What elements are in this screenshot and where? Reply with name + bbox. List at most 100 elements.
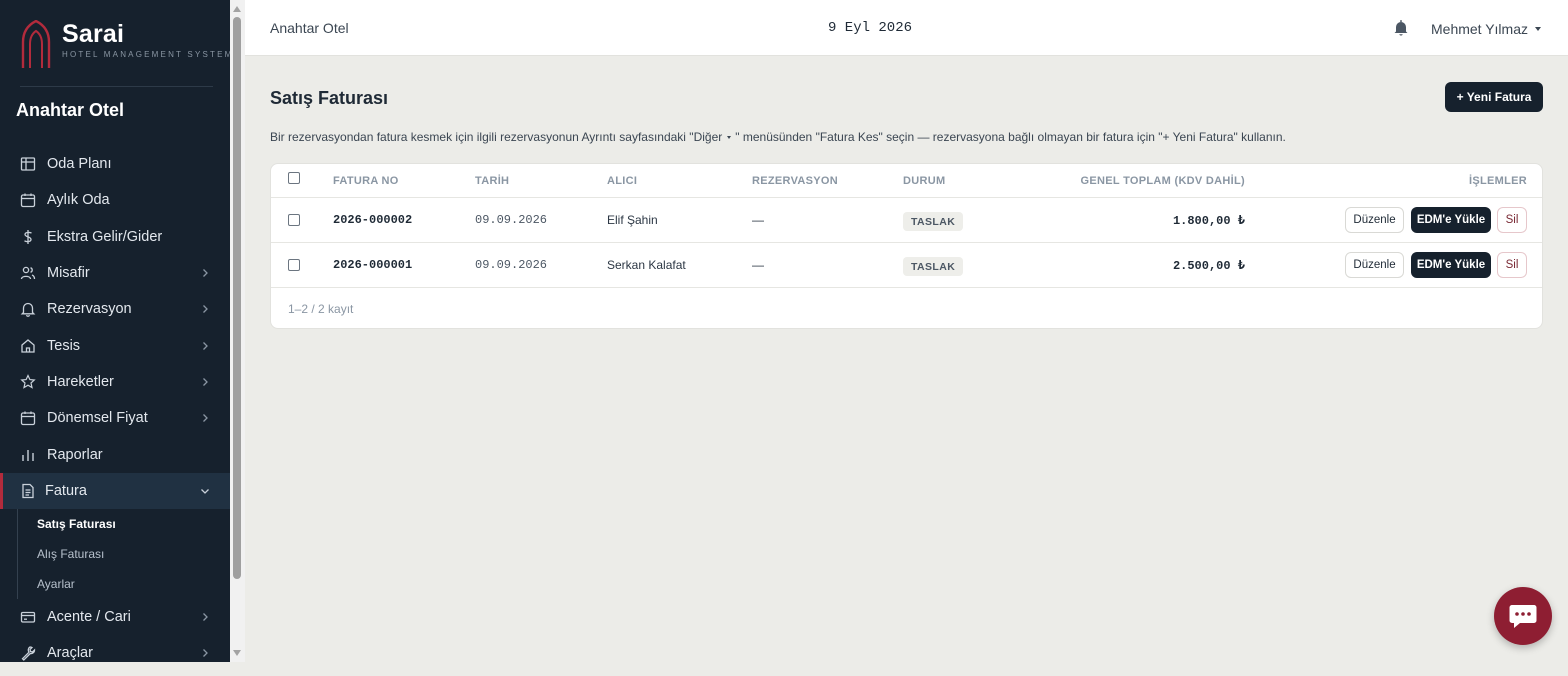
edit-button[interactable]: Düzenle bbox=[1345, 207, 1404, 233]
invoice-recipient: Elif Şahin bbox=[607, 213, 658, 227]
sidebar-item-aylik-oda[interactable]: Aylık Oda bbox=[0, 182, 230, 218]
invoice-no[interactable]: 2026-000002 bbox=[333, 213, 412, 227]
invoice-reservation: — bbox=[752, 258, 764, 272]
edit-button[interactable]: Düzenle bbox=[1345, 252, 1404, 278]
subnav-item-alis-faturasi[interactable]: Alış Faturası bbox=[37, 539, 230, 569]
record-count: 1–2 / 2 kayıt bbox=[288, 302, 354, 316]
invoice-table: FATURA NO TARİH ALICI REZERVASYON DURUM … bbox=[270, 163, 1543, 329]
col-status[interactable]: DURUM bbox=[903, 175, 945, 187]
page-hint: Bir rezervasyondan fatura kesmek için il… bbox=[270, 130, 1286, 144]
topbar-date: 9 Eyl 2026 bbox=[828, 20, 913, 36]
invoice-total: 2.500,00 ₺ bbox=[1172, 259, 1245, 273]
chevron-right-icon bbox=[203, 269, 208, 277]
row-checkbox[interactable] bbox=[288, 259, 300, 271]
delete-button[interactable]: Sil bbox=[1497, 207, 1527, 233]
table-row[interactable]: 2026-000001 09.09.2026 Serkan Kalafat — … bbox=[271, 243, 1542, 288]
sidebar-item-oda-plani[interactable]: Oda Planı bbox=[0, 146, 230, 182]
chevron-right-icon bbox=[203, 377, 208, 386]
row-checkbox[interactable] bbox=[288, 214, 300, 226]
sidebar-item-hareketler[interactable]: Hareketler bbox=[0, 364, 230, 400]
col-date[interactable]: TARİH bbox=[475, 175, 509, 187]
sidebar-item-araclar[interactable]: Araçlar bbox=[0, 635, 230, 662]
users-icon bbox=[20, 265, 36, 281]
invoice-total: 1.800,00 ₺ bbox=[1172, 214, 1245, 228]
chevron-down-icon bbox=[201, 488, 209, 494]
status-badge: TASLAK bbox=[903, 257, 964, 276]
credit-card-icon bbox=[20, 609, 36, 625]
topbar-hotel-name: Anahtar Otel bbox=[270, 20, 349, 36]
delete-button[interactable]: Sil bbox=[1497, 252, 1527, 278]
sidebar-item-label: Misafir bbox=[47, 265, 90, 282]
notification-bell-icon[interactable] bbox=[1393, 19, 1409, 37]
bar-chart-icon bbox=[20, 447, 36, 463]
grid-icon bbox=[20, 156, 36, 172]
col-reservation[interactable]: REZERVASYON bbox=[752, 175, 838, 187]
sidebar-item-tesis[interactable]: Tesis bbox=[0, 327, 230, 363]
sidebar: Sarai HOTEL MANAGEMENT SYSTEM Anahtar Ot… bbox=[0, 0, 230, 662]
star-icon bbox=[20, 373, 36, 390]
sidebar-item-misafir[interactable]: Misafir bbox=[0, 255, 230, 291]
scroll-up-arrow-icon[interactable] bbox=[233, 6, 241, 12]
sidebar-item-label: Rezervasyon bbox=[47, 301, 132, 318]
edm-upload-button[interactable]: EDM'e Yükle bbox=[1411, 207, 1491, 233]
invoice-date: 09.09.2026 bbox=[475, 258, 548, 272]
dollar-icon bbox=[20, 229, 36, 245]
sidebar-item-label: Raporlar bbox=[47, 446, 103, 463]
sidebar-item-label: Dönemsel Fiyat bbox=[47, 410, 148, 427]
sidebar-item-raporlar[interactable]: Raporlar bbox=[0, 436, 230, 472]
edm-upload-button[interactable]: EDM'e Yükle bbox=[1411, 252, 1491, 278]
sidebar-item-label: Hareketler bbox=[47, 373, 114, 390]
table-header: FATURA NO TARİH ALICI REZERVASYON DURUM … bbox=[271, 164, 1542, 198]
bell-icon bbox=[20, 301, 36, 318]
invoice-recipient: Serkan Kalafat bbox=[607, 258, 686, 272]
sidebar-item-label: Ekstra Gelir/Gider bbox=[47, 228, 163, 245]
hint-text-start: Bir rezervasyondan fatura kesmek için il… bbox=[270, 130, 723, 144]
subnav-item-ayarlar[interactable]: Ayarlar bbox=[37, 569, 230, 599]
user-name: Mehmet Yılmaz bbox=[1431, 21, 1528, 37]
table-row[interactable]: 2026-000002 09.09.2026 Elif Şahin — TASL… bbox=[271, 198, 1542, 243]
caret-down-icon bbox=[1535, 27, 1541, 31]
user-menu[interactable]: Mehmet Yılmaz bbox=[1431, 21, 1541, 37]
scroll-down-arrow-icon[interactable] bbox=[233, 650, 241, 656]
subnav-item-satis-faturasi[interactable]: Satış Faturası bbox=[37, 509, 230, 539]
select-all-checkbox[interactable] bbox=[288, 172, 300, 184]
col-total[interactable]: GENEL TOPLAM (KDV DAHİL) bbox=[1081, 175, 1245, 187]
sidebar-item-label: Araçlar bbox=[47, 645, 93, 662]
scroll-thumb[interactable] bbox=[233, 17, 241, 579]
sidebar-item-label: Tesis bbox=[47, 337, 81, 354]
sidebar-item-acente-cari[interactable]: Acente / Cari bbox=[0, 599, 230, 635]
chevron-right-icon bbox=[203, 305, 208, 314]
chevron-right-icon bbox=[203, 341, 208, 350]
brand[interactable]: Sarai HOTEL MANAGEMENT SYSTEM bbox=[20, 20, 230, 70]
sarai-logo-icon bbox=[21, 20, 51, 68]
chevron-right-icon bbox=[203, 414, 208, 423]
sidebar-item-label: Acente / Cari bbox=[47, 609, 131, 626]
new-invoice-button[interactable]: + Yeni Fatura bbox=[1445, 82, 1543, 112]
brand-name: Sarai bbox=[62, 20, 125, 48]
home-icon bbox=[20, 338, 36, 354]
page-title: Satış Faturası bbox=[270, 88, 389, 108]
sidebar-item-ekstra[interactable]: Ekstra Gelir/Gider bbox=[0, 219, 230, 255]
status-badge: TASLAK bbox=[903, 212, 964, 231]
invoice-reservation: — bbox=[752, 213, 764, 227]
chevron-right-icon bbox=[203, 649, 208, 658]
chat-button[interactable] bbox=[1494, 587, 1552, 645]
sidebar-item-fatura[interactable]: Fatura bbox=[0, 472, 230, 510]
invoice-no[interactable]: 2026-000001 bbox=[333, 258, 412, 272]
dropdown-triangle-icon bbox=[727, 136, 732, 140]
wrench-icon bbox=[20, 645, 36, 662]
brand-divider bbox=[20, 86, 213, 87]
col-invoice-no[interactable]: FATURA NO bbox=[333, 175, 399, 187]
sidebar-scrollbar[interactable] bbox=[230, 0, 245, 662]
sidebar-item-rezervasyon[interactable]: Rezervasyon bbox=[0, 291, 230, 327]
calendar-icon bbox=[20, 192, 36, 208]
fatura-submenu: Satış Faturası Alış Faturası Ayarlar bbox=[0, 508, 230, 599]
sidebar-hotel-name: Anahtar Otel bbox=[16, 100, 125, 120]
sidebar-item-label: Aylık Oda bbox=[47, 192, 110, 209]
col-actions: İŞLEMLER bbox=[1468, 175, 1527, 187]
chat-icon bbox=[1509, 605, 1537, 628]
sidebar-item-label: Oda Planı bbox=[47, 156, 112, 173]
col-recipient[interactable]: ALICI bbox=[607, 175, 637, 187]
sidebar-item-donemsel-fiyat[interactable]: Dönemsel Fiyat bbox=[0, 400, 230, 436]
chevron-right-icon bbox=[203, 613, 208, 622]
